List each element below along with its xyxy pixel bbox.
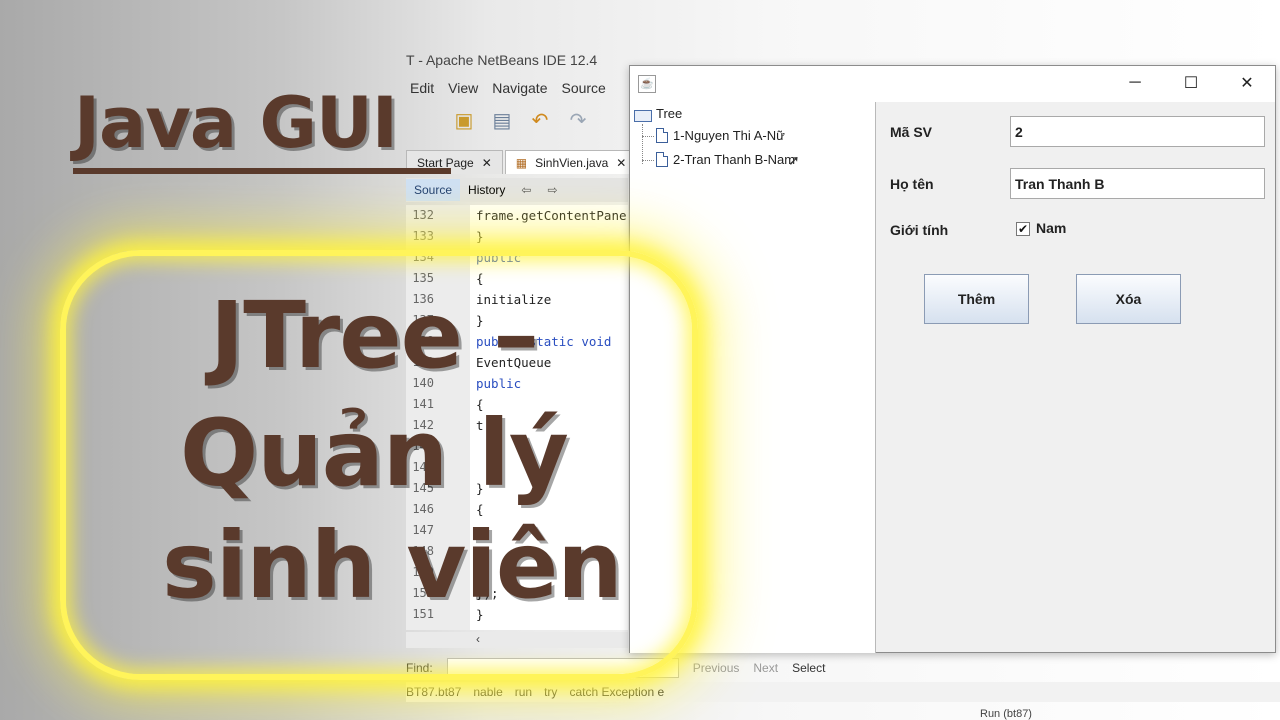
menu-source[interactable]: Source bbox=[561, 80, 605, 96]
menu-navigate[interactable]: Navigate bbox=[492, 80, 547, 96]
breadcrumb-item[interactable]: nable bbox=[473, 685, 502, 699]
breadcrumb-item[interactable]: try bbox=[544, 685, 557, 699]
history-mode-button[interactable]: History bbox=[460, 179, 513, 201]
breadcrumb: BT87.bt87 nable run try catch Exception … bbox=[406, 682, 1280, 702]
gioi-tinh-label: Giới tính bbox=[890, 222, 949, 238]
ma-sv-label: Mã SV bbox=[890, 124, 933, 140]
title-underline bbox=[73, 168, 451, 174]
maximize-button[interactable]: ☐ bbox=[1168, 66, 1214, 100]
student-form: Mã SV Họ tên Giới tính ✔ Nam Thêm Xóa bbox=[878, 102, 1275, 653]
status-bar-run: Run (bt87) bbox=[980, 708, 1032, 720]
swing-app-window: ☕ ─ ☐ ✕ Tree 1-Nguyen Thi A-Nữ 2-Tran Th… bbox=[629, 65, 1276, 653]
mouse-pointer-icon: ➚ bbox=[788, 152, 800, 168]
source-mode-button[interactable]: Source bbox=[406, 179, 461, 201]
tree-node-label: 1-Nguyen Thi A-Nữ bbox=[673, 128, 785, 143]
folder-icon bbox=[634, 108, 652, 122]
breadcrumb-item[interactable]: catch Exception e bbox=[569, 685, 664, 699]
ide-title: T - Apache NetBeans IDE 12.4 bbox=[406, 52, 598, 68]
tree-guide-line bbox=[642, 124, 654, 164]
save-all-icon[interactable]: ▤ bbox=[488, 106, 516, 134]
line-number: 132 bbox=[412, 208, 434, 222]
back-icon[interactable]: ⇦ bbox=[513, 179, 539, 201]
open-project-icon[interactable]: ▣ bbox=[450, 106, 478, 134]
document-icon bbox=[656, 128, 668, 143]
tree-node[interactable]: 1-Nguyen Thi A-Nữ bbox=[656, 128, 785, 143]
close-icon[interactable]: ✕ bbox=[482, 156, 492, 170]
tree-root-label: Tree bbox=[656, 106, 683, 121]
add-button[interactable]: Thêm bbox=[924, 274, 1029, 324]
headline-line-1: JTree – bbox=[210, 282, 539, 389]
code-text: frame.getContentPane() bbox=[476, 208, 642, 223]
delete-button[interactable]: Xóa bbox=[1076, 274, 1181, 324]
close-icon[interactable]: ✕ bbox=[616, 156, 626, 170]
find-select-button[interactable]: Select bbox=[792, 661, 825, 675]
editor-mode-bar: Source History ⇦ ⇨ bbox=[406, 178, 628, 202]
redo-icon[interactable]: ↷ bbox=[564, 106, 592, 134]
menu-view[interactable]: View bbox=[448, 80, 478, 96]
ho-ten-label: Họ tên bbox=[890, 176, 934, 192]
check-icon: ✔ bbox=[1017, 222, 1029, 236]
code-line: 133} bbox=[406, 226, 628, 247]
headline-line-2: Quản lý bbox=[180, 400, 569, 507]
tab-sinhvien-java[interactable]: ▦ SinhVien.java ✕ bbox=[504, 150, 638, 174]
window-titlebar[interactable]: ☕ ─ ☐ ✕ bbox=[630, 66, 1275, 102]
tree-connector bbox=[642, 136, 654, 137]
java-gui-title: Java GUI bbox=[74, 82, 398, 164]
undo-icon[interactable]: ↶ bbox=[526, 106, 554, 134]
forward-icon[interactable]: ⇨ bbox=[539, 179, 565, 201]
menu-edit[interactable]: Edit bbox=[410, 80, 434, 96]
find-next-button[interactable]: Next bbox=[753, 661, 778, 675]
tree-node[interactable]: 2-Tran Thanh B-Nam bbox=[656, 152, 795, 167]
breadcrumb-item[interactable]: run bbox=[515, 685, 532, 699]
code-text: } bbox=[476, 229, 484, 244]
tab-label: SinhVien.java bbox=[535, 155, 609, 170]
find-previous-button[interactable]: Previous bbox=[693, 661, 740, 675]
tree-connector bbox=[642, 160, 654, 161]
ho-ten-input[interactable] bbox=[1010, 168, 1265, 199]
minimize-button[interactable]: ─ bbox=[1112, 66, 1158, 100]
headline-line-3: sinh viên bbox=[162, 512, 623, 619]
document-icon bbox=[656, 152, 668, 167]
ide-menu-bar: Edit View Navigate Source bbox=[410, 80, 606, 96]
code-line: 132 frame.getContentPane() bbox=[406, 205, 641, 226]
tree-root-node[interactable]: Tree bbox=[634, 106, 683, 122]
close-button[interactable]: ✕ bbox=[1224, 66, 1270, 100]
java-app-icon[interactable]: ☕ bbox=[638, 75, 656, 93]
line-number: 133 bbox=[412, 229, 434, 243]
gender-checkbox-label[interactable]: Nam bbox=[1036, 220, 1066, 236]
ide-toolbar: ▣ ▤ ↶ ↷ bbox=[450, 106, 592, 134]
gender-checkbox[interactable]: ✔ bbox=[1016, 222, 1030, 236]
java-file-icon: ▦ bbox=[515, 155, 528, 170]
ma-sv-input[interactable] bbox=[1010, 116, 1265, 147]
breadcrumb-item[interactable]: BT87.bt87 bbox=[406, 685, 461, 699]
tree-node-label: 2-Tran Thanh B-Nam bbox=[673, 152, 796, 167]
